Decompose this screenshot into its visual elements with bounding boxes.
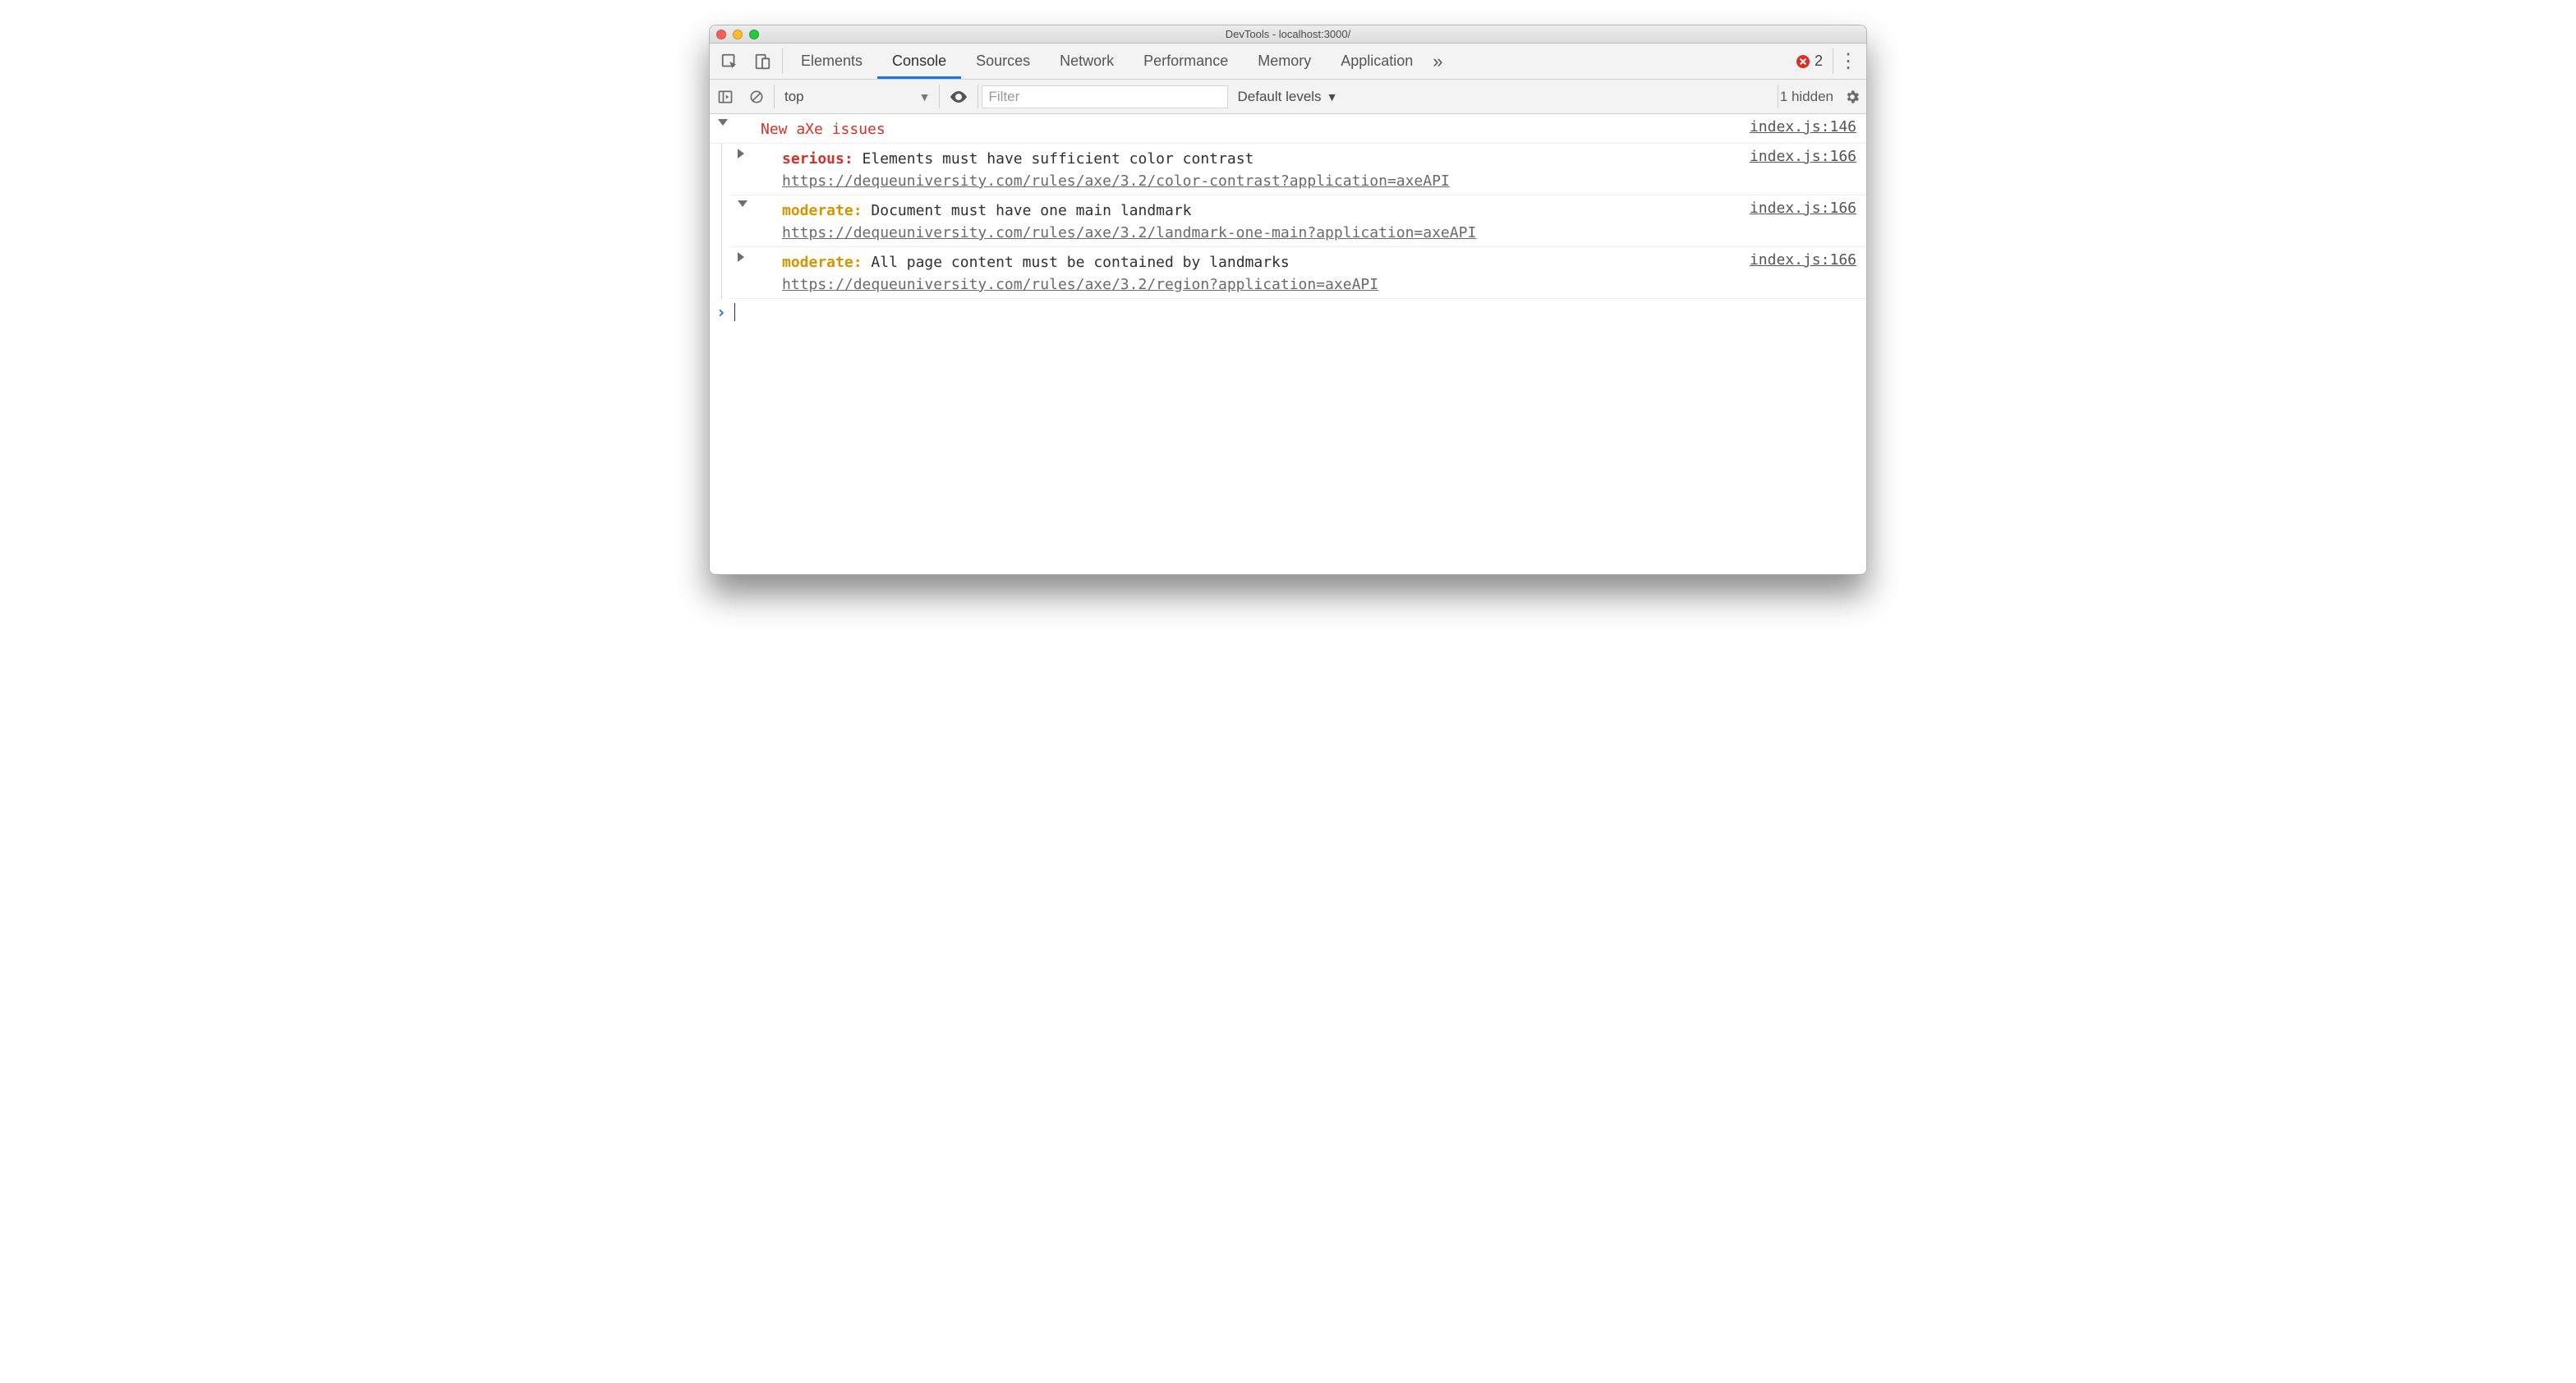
console-group-header[interactable]: New aXe issues index.js:146 xyxy=(710,114,1866,144)
source-link[interactable]: index.js:166 xyxy=(1750,145,1856,165)
panel-tabs: Elements Console Sources Network Perform… xyxy=(786,44,1428,79)
help-url[interactable]: https://dequeuniversity.com/rules/axe/3.… xyxy=(782,224,1476,241)
severity-label: moderate: xyxy=(782,254,862,271)
source-link[interactable]: index.js:146 xyxy=(1750,116,1856,136)
console-group-label: New aXe issues xyxy=(761,121,886,138)
window-title: DevTools - localhost:3000/ xyxy=(710,28,1866,40)
log-levels-selector[interactable]: Default levels ▼ xyxy=(1238,89,1338,105)
close-window-button[interactable] xyxy=(716,30,726,39)
message-text: All page content must be contained by la… xyxy=(871,254,1289,271)
window-controls xyxy=(716,30,759,39)
severity-label: moderate: xyxy=(782,202,862,219)
console-prompt[interactable]: › xyxy=(710,299,1866,325)
tab-console[interactable]: Console xyxy=(877,44,961,79)
separator xyxy=(782,48,783,74)
disclosure-triangle-icon[interactable] xyxy=(718,119,728,126)
tab-label: Memory xyxy=(1258,53,1311,70)
message-text: Document must have one main landmark xyxy=(871,202,1191,219)
error-count-badge[interactable]: 2 xyxy=(1796,53,1823,70)
more-tabs-button[interactable]: » xyxy=(1428,51,1447,72)
tab-label: Network xyxy=(1060,53,1114,70)
tab-elements[interactable]: Elements xyxy=(786,44,877,79)
devtools-window: DevTools - localhost:3000/ Elements Cons… xyxy=(709,25,1867,575)
console-output: New aXe issues index.js:146 serious: Ele… xyxy=(710,114,1866,574)
zoom-window-button[interactable] xyxy=(749,30,759,39)
help-url[interactable]: https://dequeuniversity.com/rules/axe/3.… xyxy=(782,276,1378,293)
execution-context-selector[interactable]: top ▼ xyxy=(776,89,937,105)
disclosure-triangle-icon[interactable] xyxy=(738,149,744,159)
disclosure-triangle-icon[interactable] xyxy=(738,200,748,207)
message-text: Elements must have sufficient color cont… xyxy=(862,150,1254,168)
titlebar: DevTools - localhost:3000/ xyxy=(710,25,1866,44)
execution-context-label: top xyxy=(784,89,804,105)
error-icon xyxy=(1796,55,1810,68)
toggle-device-toolbar-button[interactable] xyxy=(746,53,779,71)
tab-network[interactable]: Network xyxy=(1045,44,1129,79)
source-link[interactable]: index.js:166 xyxy=(1750,249,1856,269)
disclosure-triangle-icon[interactable] xyxy=(738,252,744,262)
prompt-cursor xyxy=(734,303,735,321)
console-message[interactable]: moderate: Document must have one main la… xyxy=(731,195,1866,247)
toggle-console-sidebar-button[interactable] xyxy=(710,89,741,105)
tab-performance[interactable]: Performance xyxy=(1129,44,1243,79)
hidden-messages-label[interactable]: 1 hidden xyxy=(1780,89,1833,105)
tab-memory[interactable]: Memory xyxy=(1243,44,1326,79)
error-count: 2 xyxy=(1815,53,1823,70)
console-settings-button[interactable] xyxy=(1838,89,1866,105)
tab-label: Elements xyxy=(801,53,862,70)
separator xyxy=(774,85,775,108)
devtools-tabbar: Elements Console Sources Network Perform… xyxy=(710,44,1866,80)
tab-label: Application xyxy=(1341,53,1413,70)
console-group-children: serious: Elements must have sufficient c… xyxy=(710,144,1866,299)
log-levels-label: Default levels xyxy=(1238,89,1322,105)
chevron-down-icon: ▼ xyxy=(919,90,931,103)
inspect-element-button[interactable] xyxy=(713,53,746,71)
tab-label: Console xyxy=(892,53,946,70)
console-message[interactable]: moderate: All page content must be conta… xyxy=(731,247,1866,299)
console-message[interactable]: serious: Elements must have sufficient c… xyxy=(731,144,1866,195)
tab-label: Performance xyxy=(1143,53,1228,70)
devtools-menu-button[interactable]: ⋮ xyxy=(1837,49,1860,73)
tab-application[interactable]: Application xyxy=(1326,44,1428,79)
source-link[interactable]: index.js:166 xyxy=(1750,197,1856,217)
chevron-down-icon: ▼ xyxy=(1327,90,1338,103)
separator xyxy=(939,85,940,108)
tab-label: Sources xyxy=(976,53,1030,70)
console-toolbar: top ▼ Default levels ▼ 1 hidden xyxy=(710,80,1866,114)
severity-label: serious: xyxy=(782,150,853,168)
tab-sources[interactable]: Sources xyxy=(961,44,1045,79)
clear-console-button[interactable] xyxy=(741,89,772,105)
minimize-window-button[interactable] xyxy=(733,30,743,39)
console-filter-input[interactable] xyxy=(982,85,1228,108)
help-url[interactable]: https://dequeuniversity.com/rules/axe/3.… xyxy=(782,172,1450,190)
prompt-caret-icon: › xyxy=(716,302,726,322)
live-expression-button[interactable] xyxy=(941,87,976,107)
